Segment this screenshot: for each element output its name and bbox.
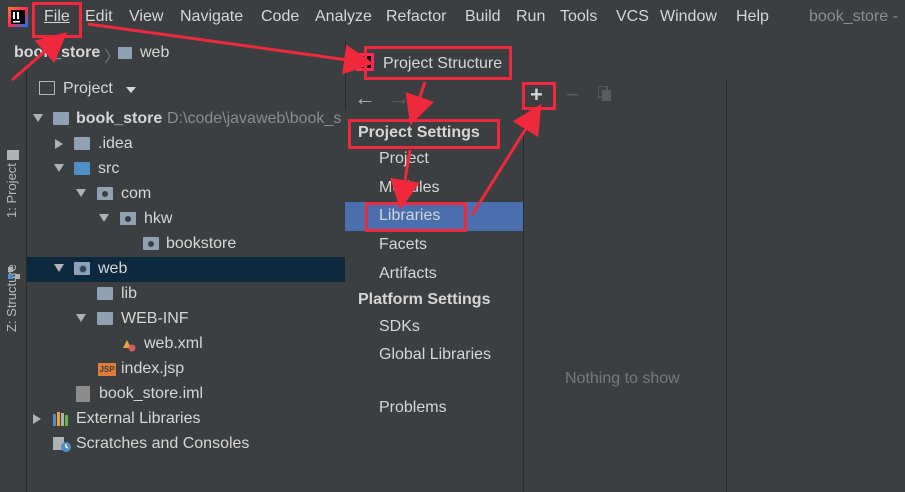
library-list-panel <box>524 80 727 492</box>
node-label: Scratches and Consoles <box>76 435 250 452</box>
tree-row-external-libraries[interactable]: External Libraries <box>27 407 345 432</box>
node-label: lib <box>121 285 138 302</box>
jsp-file-icon: JSP <box>98 363 116 377</box>
nav-facets[interactable]: Facets <box>345 231 523 260</box>
nav-problems[interactable]: Problems <box>345 394 523 423</box>
tree-row-root[interactable]: book_store D:\code\javaweb\book_s <box>27 107 345 132</box>
folder-icon <box>97 287 113 300</box>
tree-row-webinf[interactable]: WEB-INF <box>27 307 345 332</box>
package-icon <box>143 237 159 250</box>
chevron-down-icon[interactable] <box>126 87 136 93</box>
nav-sdks[interactable]: SDKs <box>345 313 523 342</box>
breadcrumb-project[interactable]: book_store <box>14 44 100 62</box>
root-name: book_store <box>76 110 163 127</box>
expand-arrow-icon[interactable] <box>76 189 86 197</box>
root-path: D:\code\javaweb\book_s <box>167 110 342 127</box>
expand-arrow-icon[interactable] <box>54 164 64 172</box>
scratches-icon <box>53 435 71 453</box>
folder-icon <box>74 137 90 150</box>
expand-arrow-icon[interactable] <box>55 139 63 149</box>
copy-icon[interactable] <box>597 85 612 102</box>
tree-row-iml[interactable]: book_store.iml <box>27 382 345 407</box>
tree-row-scratches[interactable]: Scratches and Consoles <box>27 432 345 457</box>
source-folder-icon <box>74 162 90 175</box>
window-title: book_store - <box>809 8 898 25</box>
tree-row-com[interactable]: com <box>27 182 345 207</box>
menu-navigate[interactable]: Navigate <box>180 8 243 26</box>
tree-row-idea[interactable]: .idea <box>27 132 345 157</box>
nav-project[interactable]: Project <box>345 145 523 174</box>
tool-window-strip: 1: Project Z: Structure <box>0 70 27 492</box>
package-icon <box>120 212 136 225</box>
node-label: .idea <box>98 135 133 152</box>
expand-arrow-icon[interactable] <box>33 414 41 424</box>
module-folder-icon <box>53 112 69 125</box>
annotation-box-project-settings <box>348 119 500 149</box>
web-folder-icon <box>74 262 90 275</box>
remove-library-button[interactable]: − <box>566 82 579 108</box>
expand-arrow-icon[interactable] <box>54 264 64 272</box>
intellij-logo-icon <box>8 7 28 27</box>
annotation-box-libraries <box>365 202 467 232</box>
heading-platform-settings: Platform Settings <box>358 291 491 308</box>
expand-arrow-icon[interactable] <box>33 114 43 122</box>
tree-row-hkw[interactable]: hkw <box>27 207 345 232</box>
node-label: src <box>98 160 120 177</box>
jsp-badge: JSP <box>98 363 116 376</box>
tab-project[interactable]: 1: Project <box>2 150 24 240</box>
menu-help[interactable]: Help <box>736 8 769 26</box>
folder-icon <box>97 312 113 325</box>
project-view-title[interactable]: Project <box>63 80 113 98</box>
menu-window[interactable]: Window <box>660 8 717 26</box>
annotation-box-dialog-title <box>364 46 512 80</box>
tree-row-webxml[interactable]: web.xml <box>27 332 345 357</box>
node-label: WEB-INF <box>121 310 189 327</box>
tree-row-indexjsp[interactable]: JSP index.jsp <box>27 357 345 382</box>
menu-edit[interactable]: Edit <box>85 8 113 26</box>
menu-analyze[interactable]: Analyze <box>315 8 372 26</box>
node-label: book_store.iml <box>99 385 204 402</box>
expand-arrow-icon[interactable] <box>99 214 109 222</box>
nav-artifacts[interactable]: Artifacts <box>345 260 523 289</box>
web-folder-icon <box>118 47 132 59</box>
node-label: External Libraries <box>76 410 201 427</box>
node-label: web.xml <box>144 335 203 352</box>
node-label: index.jsp <box>121 360 185 377</box>
forward-arrow-icon[interactable]: → <box>388 85 410 111</box>
annotation-box-file <box>32 2 82 38</box>
tree-row-bookstore[interactable]: bookstore <box>27 232 345 257</box>
breadcrumb-folder[interactable]: web <box>140 44 169 62</box>
tree-row-src[interactable]: src <box>27 157 345 182</box>
menu-run[interactable]: Run <box>516 8 545 26</box>
node-label: hkw <box>144 210 173 227</box>
library-detail-panel <box>727 80 905 492</box>
project-view-icon <box>39 81 55 95</box>
node-label: bookstore <box>166 235 237 252</box>
node-label: web <box>98 260 128 277</box>
back-arrow-icon[interactable]: ← <box>354 85 376 111</box>
empty-state-text: Nothing to show <box>565 370 680 387</box>
menu-view[interactable]: View <box>129 8 163 26</box>
menu-refactor[interactable]: Refactor <box>386 8 446 26</box>
node-label: com <box>121 185 152 202</box>
menu-tools[interactable]: Tools <box>560 8 597 26</box>
module-file-icon <box>76 386 90 402</box>
package-icon <box>97 187 113 200</box>
libraries-icon <box>53 412 71 426</box>
tree-row-lib[interactable]: lib <box>27 282 345 307</box>
menu-bar: File Edit View Navigate Code Analyze Ref… <box>0 0 905 36</box>
project-folder-icon <box>7 150 19 160</box>
xml-file-icon <box>121 336 136 352</box>
tree-row-web[interactable]: web <box>27 257 345 282</box>
annotation-box-add <box>522 82 556 110</box>
structure-icon <box>8 266 20 279</box>
menu-vcs[interactable]: VCS <box>616 8 649 26</box>
nav-modules[interactable]: Modules <box>345 174 523 203</box>
expand-arrow-icon[interactable] <box>76 314 86 322</box>
nav-global-libraries[interactable]: Global Libraries <box>345 341 523 370</box>
menu-code[interactable]: Code <box>261 8 299 26</box>
menu-build[interactable]: Build <box>465 8 501 26</box>
